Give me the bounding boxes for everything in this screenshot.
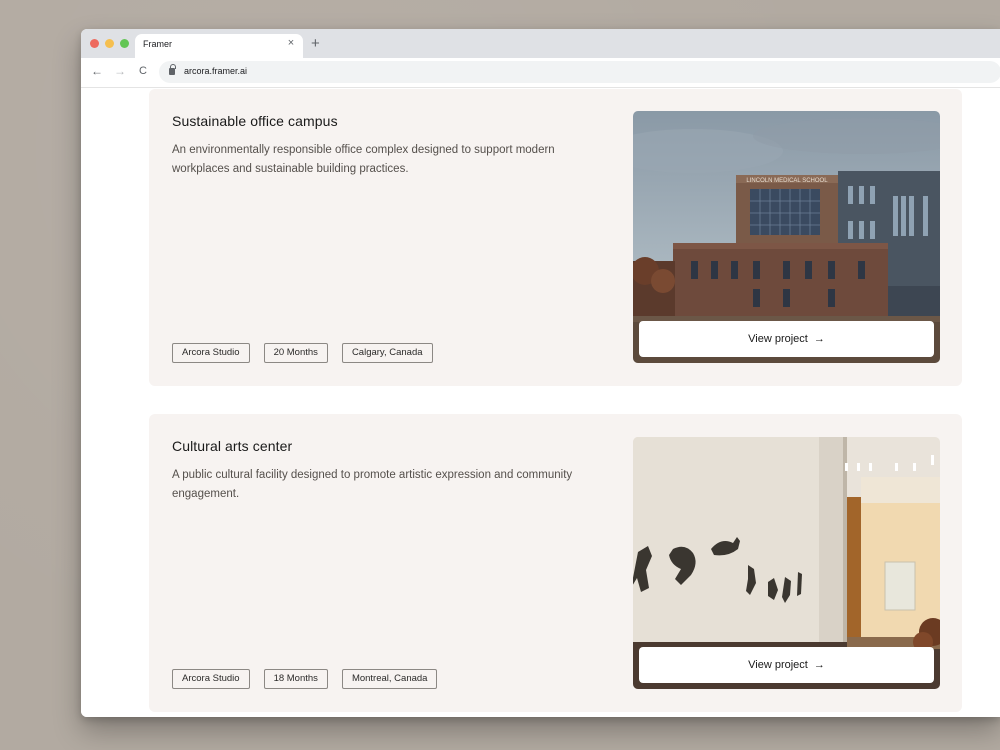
reload-icon[interactable]: C [136,65,150,77]
maximize-window-button[interactable] [120,39,129,48]
tab-title: Framer [143,39,172,49]
project-tags: Arcora Studio 18 Months Montreal, Canada [172,669,438,689]
project-title: Sustainable office campus [172,113,338,129]
lock-icon [169,64,176,75]
new-tab-icon[interactable]: + [311,35,320,52]
arrow-right-icon: → [813,659,825,671]
browser-toolbar: ← → C arcora.framer.ai [81,58,1000,88]
tag-location: Calgary, Canada [341,343,433,363]
project-card-office-campus: Sustainable office campus An environment… [149,89,962,386]
tag-duration: 18 Months [263,669,328,689]
view-project-label: View project [748,333,808,345]
tag-location: Montreal, Canada [341,669,438,689]
view-project-button[interactable]: View project → [639,321,934,357]
project-description: An environmentally responsible office co… [172,144,555,175]
close-window-button[interactable] [90,39,99,48]
project-tags: Arcora Studio 20 Months Calgary, Canada [172,343,433,363]
project-title: Cultural arts center [172,438,293,454]
close-tab-icon[interactable]: × [285,37,297,49]
project-image-cultural-arts[interactable]: View project → [633,437,940,689]
forward-arrow-icon[interactable]: → [113,64,127,78]
tag-studio: Arcora Studio [172,669,250,689]
tag-studio: Arcora Studio [172,343,250,363]
browser-window: Framer × + ← → C arcora.framer.ai Sustai… [81,29,1000,717]
project-card-cultural-arts: Cultural arts center A public cultural f… [149,414,962,712]
project-description: A public cultural facility designed to p… [172,469,573,500]
building-sign: LINCOLN MEDICAL SCHOOL [746,178,828,184]
back-arrow-icon[interactable]: ← [90,64,104,78]
arrow-right-icon: → [813,333,825,345]
address-bar[interactable]: arcora.framer.ai [159,61,1000,83]
project-image-office-campus[interactable]: LINCOLN MEDICAL SCHOOL View project → [633,111,940,363]
window-controls [90,39,129,48]
page-content: Sustainable office campus An environment… [81,89,1000,717]
tab-strip: Framer × + [81,29,1000,58]
tab-framer[interactable]: Framer × [135,34,303,58]
view-project-button[interactable]: View project → [639,647,934,683]
tag-duration: 20 Months [263,343,328,363]
url-text[interactable]: arcora.framer.ai [184,66,247,76]
view-project-label: View project [748,659,808,671]
minimize-window-button[interactable] [105,39,114,48]
